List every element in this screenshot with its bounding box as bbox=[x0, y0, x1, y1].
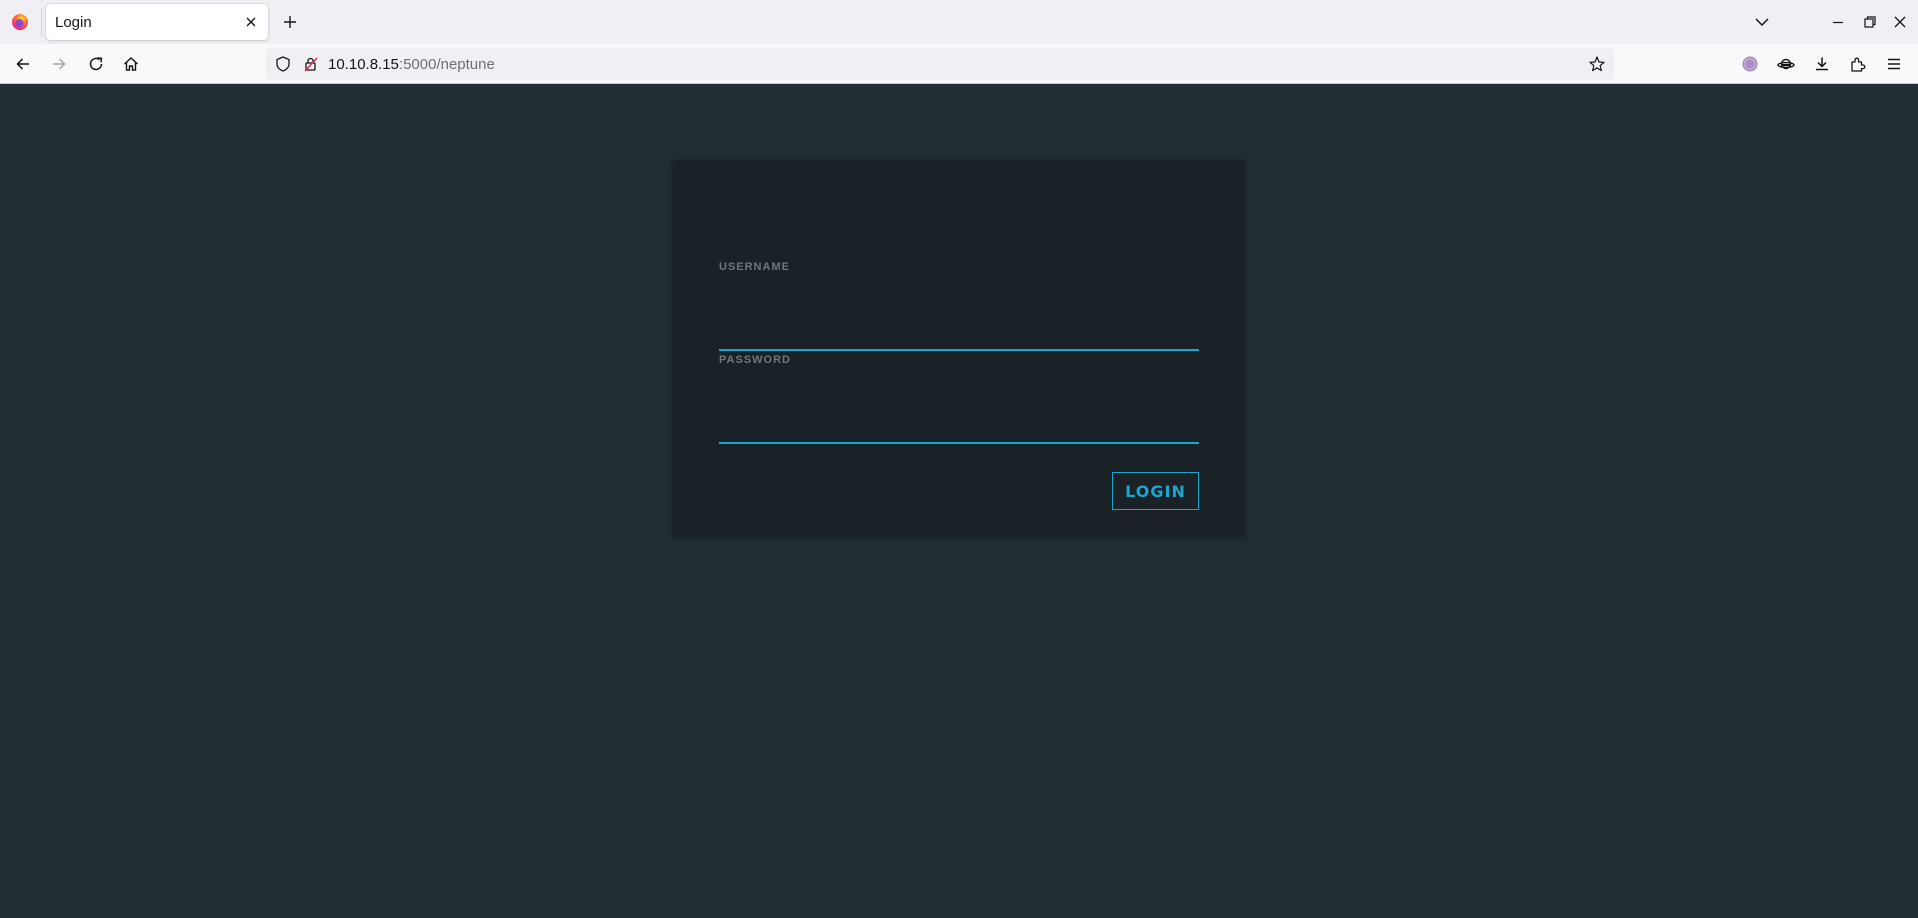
reload-icon[interactable] bbox=[86, 54, 106, 74]
navigation-bar: 10.10.8.15:5000/neptune bbox=[0, 44, 1918, 84]
profile-icon[interactable] bbox=[1740, 54, 1760, 74]
star-icon[interactable] bbox=[1588, 55, 1606, 73]
close-icon[interactable] bbox=[242, 13, 260, 31]
back-arrow-icon[interactable] bbox=[13, 54, 33, 74]
restore-icon[interactable] bbox=[1860, 12, 1880, 32]
firefox-logo-icon[interactable] bbox=[11, 13, 29, 31]
chevron-down-icon[interactable] bbox=[1752, 12, 1772, 32]
password-label: PASSWORD bbox=[719, 354, 791, 366]
url-host: 10.10.8.15 bbox=[328, 56, 399, 73]
menu-icon[interactable] bbox=[1884, 54, 1904, 74]
window-close-icon[interactable] bbox=[1890, 12, 1910, 32]
url-text[interactable]: 10.10.8.15:5000/neptune bbox=[328, 56, 495, 73]
extensions-icon[interactable] bbox=[1848, 54, 1868, 74]
lock-icon[interactable] bbox=[302, 55, 320, 73]
minimize-icon[interactable] bbox=[1828, 12, 1848, 32]
plus-icon[interactable] bbox=[280, 12, 300, 32]
page-content: USERNAME PASSWORD LOGIN bbox=[0, 85, 1918, 918]
forward-arrow-icon[interactable] bbox=[49, 54, 69, 74]
home-icon[interactable] bbox=[121, 54, 141, 74]
url-bar[interactable]: 10.10.8.15:5000/neptune bbox=[266, 48, 1614, 80]
username-input[interactable] bbox=[719, 321, 1199, 351]
shield-icon[interactable] bbox=[274, 55, 292, 73]
tab-bar: Login bbox=[0, 0, 1918, 44]
download-icon[interactable] bbox=[1812, 54, 1832, 74]
login-card: USERNAME PASSWORD LOGIN bbox=[673, 160, 1245, 536]
tab-login[interactable]: Login bbox=[46, 4, 268, 40]
saturn-icon[interactable] bbox=[1776, 54, 1796, 74]
url-path: :5000/neptune bbox=[398, 56, 495, 73]
tab-separator bbox=[41, 8, 42, 36]
password-input[interactable] bbox=[719, 414, 1199, 444]
login-button[interactable]: LOGIN bbox=[1112, 472, 1199, 510]
username-label: USERNAME bbox=[719, 261, 790, 273]
tab-title: Login bbox=[55, 14, 92, 31]
